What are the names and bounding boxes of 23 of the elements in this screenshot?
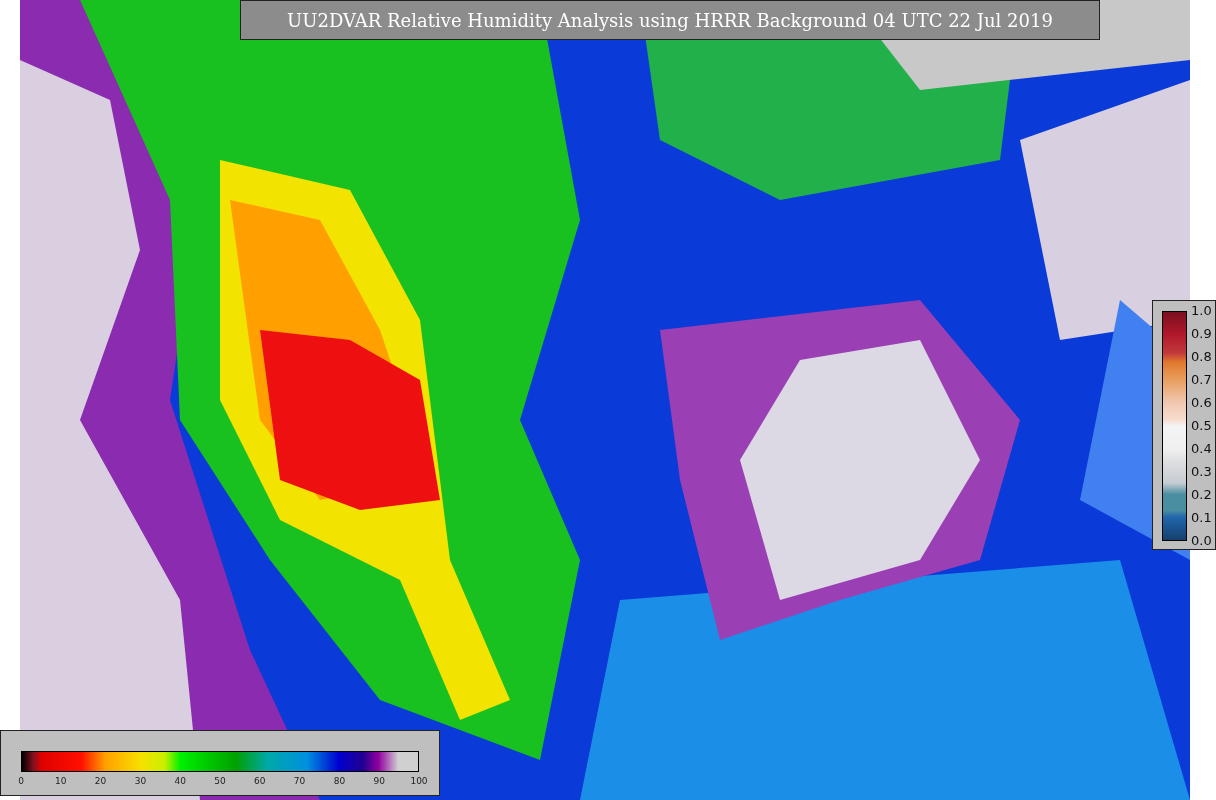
tick-label: 0.8 <box>1191 349 1212 365</box>
tick-label: 40 <box>174 776 186 786</box>
tick-label: 90 <box>373 776 385 786</box>
tick-label: 0.5 <box>1191 418 1212 434</box>
tick-label: 0.4 <box>1191 441 1212 457</box>
tick-label: 10 <box>55 776 67 786</box>
tick-label: 0.0 <box>1191 533 1212 549</box>
tick-label: 0.3 <box>1191 464 1212 480</box>
tick-label: 0 <box>18 776 24 786</box>
tick-label: 0.7 <box>1191 372 1212 388</box>
tick-label: 30 <box>134 776 147 786</box>
tick-label: 0.1 <box>1191 510 1212 526</box>
tick-label: 0.9 <box>1191 326 1212 342</box>
tick-label: 80 <box>333 776 346 786</box>
tick-label: 0.6 <box>1191 395 1212 411</box>
tick-label: 60 <box>254 776 266 786</box>
tick-label: 20 <box>94 776 107 786</box>
map-title: UU2DVAR Relative Humidity Analysis using HRRR Background 04 UTC 22 Jul 2019 <box>240 0 1100 40</box>
tick-label: 100 <box>410 776 428 786</box>
tick-label: 50 <box>214 776 226 786</box>
tick-label: 0.2 <box>1191 487 1212 503</box>
tick-label: 1.0 <box>1191 303 1212 319</box>
tick-label: 70 <box>293 776 306 786</box>
